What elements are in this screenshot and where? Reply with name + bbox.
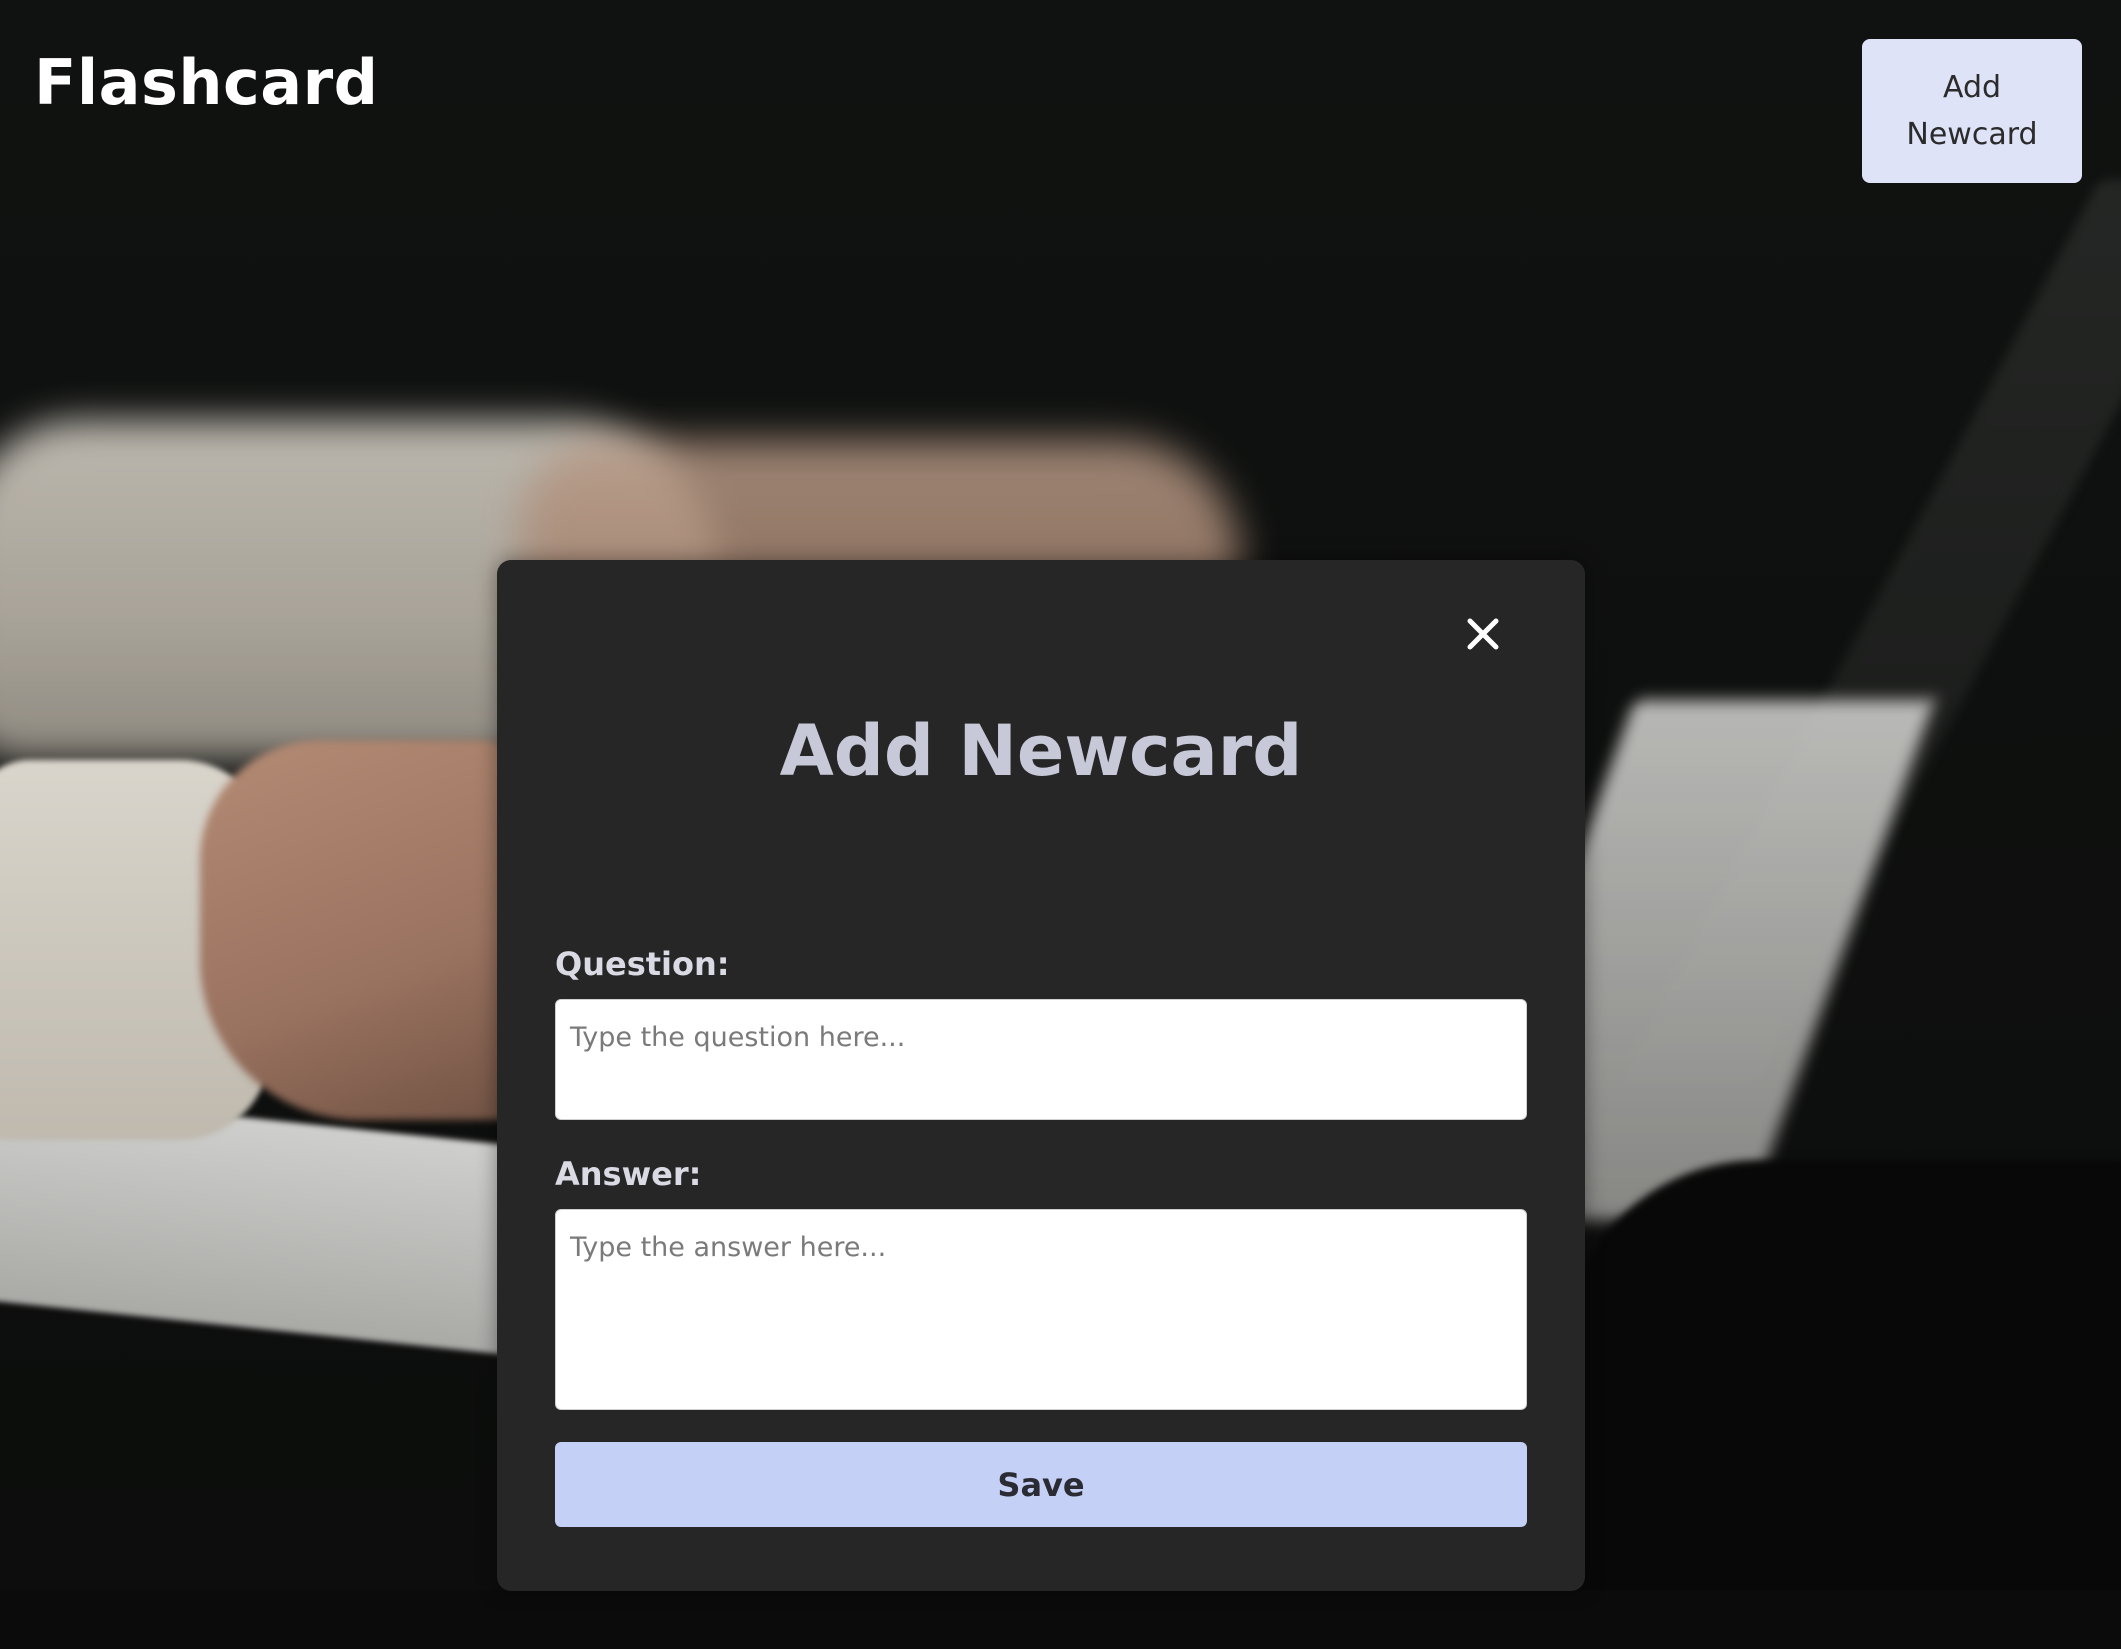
save-button[interactable]: Save [555, 1442, 1527, 1527]
question-label: Question: [555, 945, 730, 983]
add-newcard-label-line1: Add [1942, 70, 2002, 105]
add-newcard-modal: Add Newcard Question: Answer: Save [497, 560, 1585, 1591]
answer-input[interactable] [555, 1209, 1527, 1410]
close-button[interactable] [1455, 606, 1511, 662]
close-icon [1467, 618, 1499, 650]
add-newcard-label-line2: Newcard [1906, 117, 2038, 152]
modal-title: Add Newcard [779, 710, 1303, 792]
answer-label: Answer: [555, 1155, 702, 1193]
question-input[interactable] [555, 999, 1527, 1120]
add-newcard-button[interactable]: Add Newcard [1862, 39, 2082, 183]
page: Flashcard Add Newcard Add Newcard Questi… [0, 0, 2121, 1649]
app-title: Flashcard [34, 46, 379, 119]
background-hand-lower [200, 740, 540, 1120]
footer-strip [0, 1590, 2121, 1649]
background-leg [1560, 1160, 2121, 1590]
